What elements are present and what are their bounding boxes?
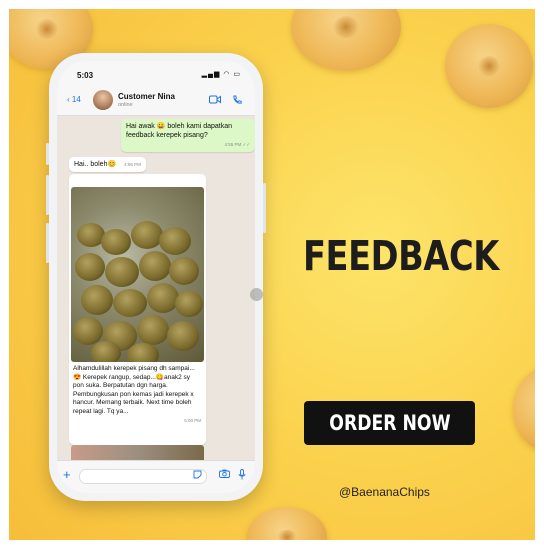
- plus-icon[interactable]: +: [63, 467, 71, 482]
- chip-in-photo: [131, 221, 163, 249]
- order-now-button[interactable]: ORDER NOW: [304, 401, 475, 445]
- message-time: 4:55 PM ✓✓: [224, 142, 250, 147]
- assistive-touch-button[interactable]: [250, 288, 263, 301]
- chat-screen: 5:03 ▂▄▆ ◠ ▭ ‹ 14 Customer Nina online H…: [57, 61, 255, 493]
- chip-in-photo: [75, 253, 105, 281]
- camera-icon[interactable]: [219, 469, 230, 480]
- chip-in-photo: [159, 227, 191, 255]
- photo-caption: Alhamdulillah kerepek pisang dh sampai..…: [73, 365, 201, 425]
- chip-in-photo: [169, 257, 199, 285]
- phone-call-icon[interactable]: [232, 95, 242, 108]
- phone-side-button: [263, 183, 266, 233]
- video-call-icon[interactable]: [209, 95, 221, 107]
- sticker-icon[interactable]: [193, 470, 202, 481]
- message-time: 5:00 PM: [184, 417, 201, 423]
- chip-in-photo: [113, 289, 147, 317]
- chip-in-photo: [91, 341, 121, 362]
- ad-banner: 5:03 ▂▄▆ ◠ ▭ ‹ 14 Customer Nina online H…: [9, 9, 535, 540]
- chip-in-photo: [105, 257, 139, 287]
- microphone-icon[interactable]: [238, 469, 246, 482]
- headline: FEEDBACK: [303, 232, 499, 280]
- message-input[interactable]: [79, 469, 207, 484]
- avatar[interactable]: [93, 90, 113, 110]
- status-time: 5:03: [77, 71, 94, 80]
- banana-chip-decoration: [247, 507, 327, 540]
- back-count: 14: [71, 95, 81, 104]
- caption-text: Alhamdulillah kerepek pisang dh sampai..…: [73, 365, 195, 415]
- chip-in-photo: [73, 317, 103, 345]
- chip-in-photo: [127, 343, 159, 362]
- phone-mockup: 5:03 ▂▄▆ ◠ ▭ ‹ 14 Customer Nina online H…: [46, 53, 266, 501]
- message-incoming: Hai.. boleh😊 4:56 PM: [69, 157, 146, 172]
- message-text: Hai.. boleh😊: [74, 161, 117, 168]
- status-icons: ▂▄▆ ◠ ▭: [201, 71, 241, 78]
- message-text: Hai awak 😀 boleh kami dapatkan feedback …: [126, 123, 232, 139]
- chip-in-photo: [167, 321, 199, 351]
- chip-in-photo: [81, 285, 113, 315]
- order-now-label: ORDER NOW: [328, 411, 451, 435]
- contact-status: online: [118, 102, 133, 108]
- chip-in-photo: [139, 251, 171, 281]
- back-button[interactable]: ‹ 14: [67, 95, 81, 104]
- message-outgoing: Hai awak 😀 boleh kami dapatkan feedback …: [121, 119, 255, 152]
- chip-in-photo: [175, 291, 203, 317]
- chip-in-photo: [137, 315, 169, 345]
- message-time: 4:56 PM: [124, 162, 141, 167]
- phone-side-button: [46, 175, 49, 215]
- input-bar: +: [57, 460, 255, 493]
- phone-side-button: [46, 143, 49, 165]
- banana-chip-decoration: [513, 367, 535, 451]
- status-bar: 5:03 ▂▄▆ ◠ ▭: [57, 61, 255, 85]
- photo-kerepek-pisang[interactable]: [71, 187, 204, 362]
- phone-side-button: [46, 223, 49, 263]
- chip-in-photo: [147, 283, 179, 313]
- social-handle[interactable]: @BaenanaChips: [339, 485, 430, 499]
- banana-chip-decoration: [291, 9, 401, 71]
- chip-in-photo: [101, 229, 131, 255]
- chat-header: ‹ 14 Customer Nina online: [57, 85, 255, 116]
- contact-name[interactable]: Customer Nina: [118, 92, 175, 101]
- banana-chip-decoration: [445, 24, 533, 108]
